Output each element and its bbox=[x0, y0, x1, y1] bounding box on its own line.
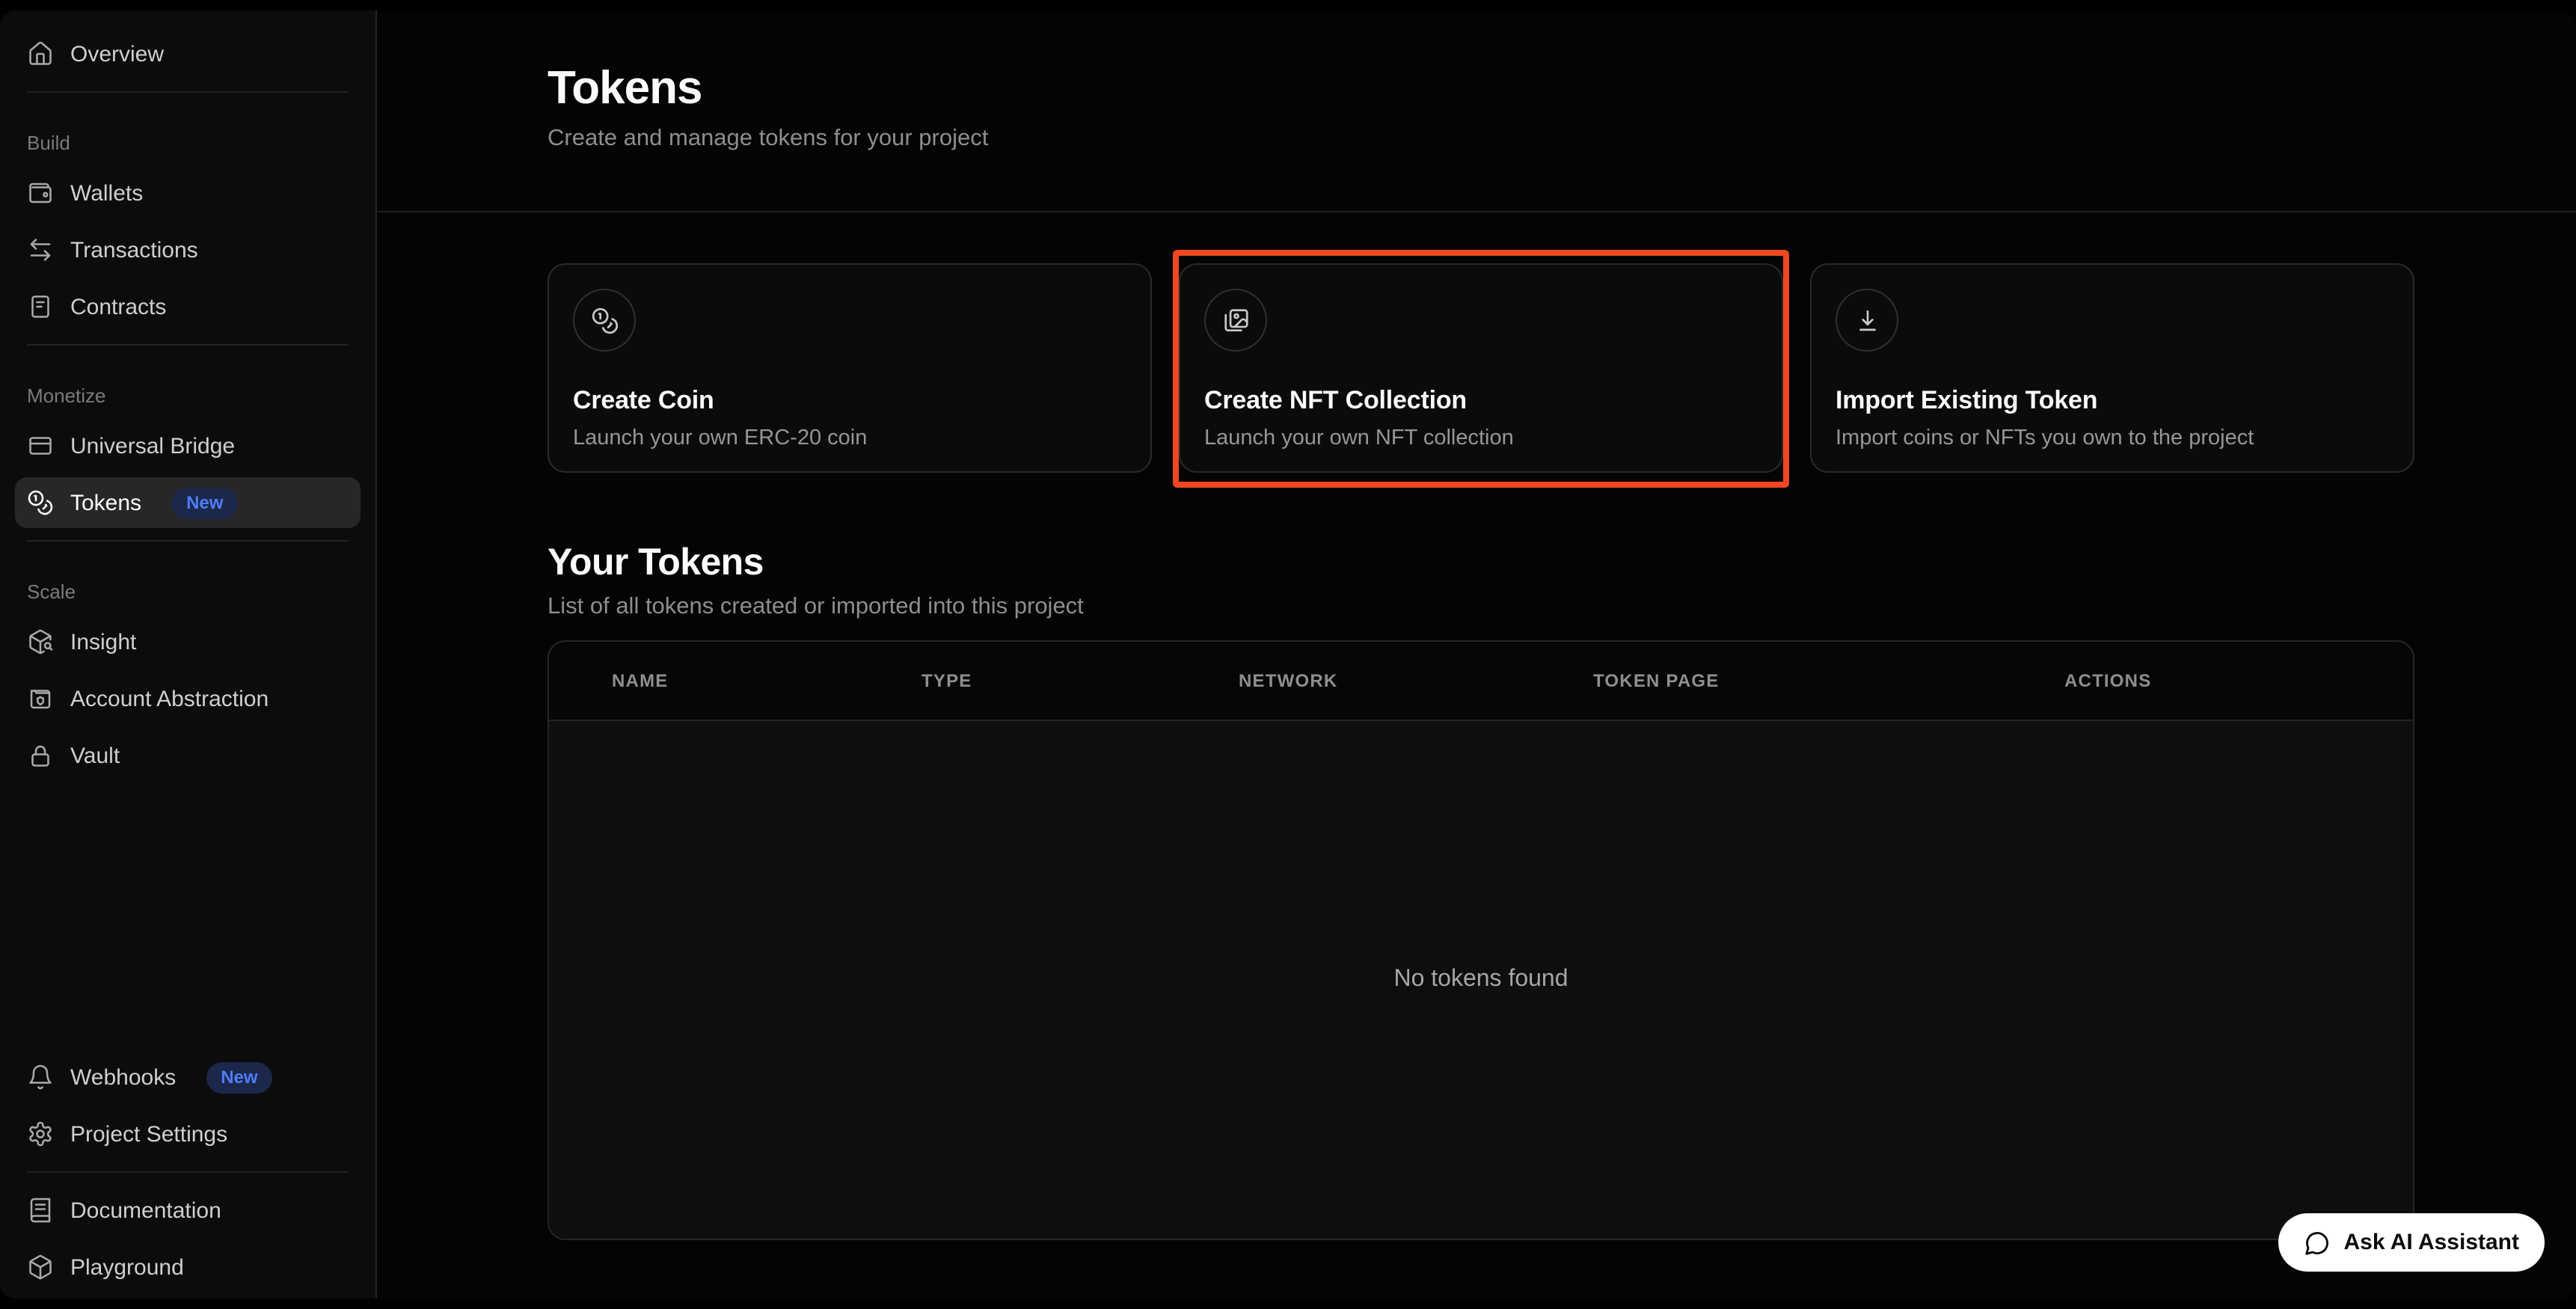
account-shield-icon bbox=[27, 685, 54, 712]
action-cards-row: Create Coin Launch your own ERC-20 coin … bbox=[548, 263, 2414, 473]
sidebar-item-label: Playground bbox=[70, 1254, 184, 1280]
card-description: Import coins or NFTs you own to the proj… bbox=[1836, 426, 2389, 450]
sidebar-item-universal-bridge[interactable]: Universal Bridge bbox=[15, 420, 361, 471]
sidebar-item-tokens[interactable]: Tokens New bbox=[15, 477, 361, 528]
coins-icon bbox=[27, 489, 54, 516]
home-icon bbox=[27, 40, 54, 67]
sidebar-item-label: Universal Bridge bbox=[70, 433, 235, 459]
create-nft-collection-card[interactable]: Create NFT Collection Launch your own NF… bbox=[1179, 263, 1783, 473]
column-header-actions: ACTIONS bbox=[2064, 670, 2413, 691]
sidebar-item-wallets[interactable]: Wallets bbox=[15, 168, 361, 218]
tokens-table: NAME TYPE NETWORK TOKEN PAGE ACTIONS No … bbox=[548, 640, 2414, 1240]
divider bbox=[27, 1171, 349, 1173]
section-title: Your Tokens bbox=[548, 542, 2414, 583]
page-content: Create Coin Launch your own ERC-20 coin … bbox=[377, 212, 2576, 1240]
card-title: Create Coin bbox=[573, 386, 1126, 416]
new-badge: New bbox=[171, 487, 238, 518]
create-coin-card[interactable]: Create Coin Launch your own ERC-20 coin bbox=[548, 263, 1152, 473]
bell-icon bbox=[27, 1064, 54, 1091]
cube-icon bbox=[27, 1254, 54, 1281]
your-tokens-header: Your Tokens List of all tokens created o… bbox=[548, 542, 2414, 622]
sidebar-item-contracts[interactable]: Contracts bbox=[15, 281, 361, 332]
sidebar-item-overview[interactable]: Overview bbox=[15, 28, 361, 79]
sidebar-item-documentation[interactable]: Documentation bbox=[15, 1185, 361, 1236]
new-badge: New bbox=[206, 1061, 272, 1093]
book-icon bbox=[27, 1197, 54, 1224]
divider bbox=[27, 540, 349, 542]
column-header-type: TYPE bbox=[921, 670, 1239, 691]
page-subtitle: Create and manage tokens for your projec… bbox=[548, 124, 2414, 154]
sidebar-item-label: Wallets bbox=[70, 180, 143, 206]
tokens-table-body: No tokens found bbox=[549, 720, 2413, 1239]
card-title: Import Existing Token bbox=[1836, 386, 2389, 416]
sidebar-spacer bbox=[15, 781, 361, 1052]
main-content: Tokens Create and manage tokens for your… bbox=[377, 10, 2576, 1299]
arrows-swap-icon bbox=[27, 236, 54, 263]
page-title: Tokens bbox=[548, 61, 2414, 115]
sidebar-item-label: Webhooks bbox=[70, 1064, 176, 1090]
sidebar-item-label: Overview bbox=[70, 41, 164, 67]
sidebar: Overview Build Wallets Transactions bbox=[0, 10, 377, 1299]
sidebar-item-label: Project Settings bbox=[70, 1121, 227, 1147]
divider bbox=[27, 344, 349, 346]
sidebar-item-playground[interactable]: Playground bbox=[15, 1242, 361, 1293]
highlight-ring bbox=[1173, 250, 1789, 488]
sidebar-item-project-settings[interactable]: Project Settings bbox=[15, 1109, 361, 1159]
images-icon bbox=[1204, 289, 1267, 352]
divider bbox=[27, 91, 349, 93]
card-title: Create NFT Collection bbox=[1204, 386, 1758, 416]
sidebar-item-transactions[interactable]: Transactions bbox=[15, 224, 361, 275]
tokens-table-header: NAME TYPE NETWORK TOKEN PAGE ACTIONS bbox=[549, 642, 2413, 720]
app-window: Overview Build Wallets Transactions bbox=[0, 10, 2576, 1299]
sidebar-item-label: Vault bbox=[70, 743, 120, 768]
gear-icon bbox=[27, 1121, 54, 1147]
section-label-monetize: Monetize bbox=[15, 384, 361, 407]
sidebar-item-label: Documentation bbox=[70, 1198, 221, 1223]
sidebar-item-webhooks[interactable]: Webhooks New bbox=[15, 1052, 361, 1103]
column-header-name: NAME bbox=[612, 670, 921, 691]
ask-ai-assistant-button[interactable]: Ask AI Assistant bbox=[2278, 1213, 2545, 1272]
section-label-scale: Scale bbox=[15, 580, 361, 603]
sidebar-item-label: Insight bbox=[70, 629, 136, 654]
import-existing-token-card[interactable]: Import Existing Token Import coins or NF… bbox=[1810, 263, 2414, 473]
coins-icon bbox=[573, 289, 636, 352]
sidebar-item-label: Tokens bbox=[70, 490, 141, 515]
column-header-token-page: TOKEN PAGE bbox=[1593, 670, 2064, 691]
card-description: Launch your own NFT collection bbox=[1204, 426, 1758, 450]
sidebar-item-label: Transactions bbox=[70, 237, 198, 263]
ask-ai-assistant-label: Ask AI Assistant bbox=[2343, 1230, 2519, 1255]
package-search-icon bbox=[27, 628, 54, 655]
empty-state-text: No tokens found bbox=[1393, 966, 1568, 993]
sidebar-item-label: Account Abstraction bbox=[70, 686, 269, 711]
card-description: Launch your own ERC-20 coin bbox=[573, 426, 1126, 450]
chat-bubble-icon bbox=[2303, 1229, 2330, 1256]
lock-icon bbox=[27, 742, 54, 769]
section-subtitle: List of all tokens created or imported i… bbox=[548, 592, 2414, 622]
page-header: Tokens Create and manage tokens for your… bbox=[377, 10, 2576, 212]
bridge-card-icon bbox=[27, 432, 54, 459]
section-label-build: Build bbox=[15, 132, 361, 154]
sidebar-item-insight[interactable]: Insight bbox=[15, 616, 361, 667]
contract-doc-icon bbox=[27, 293, 54, 320]
screen: Overview Build Wallets Transactions bbox=[0, 0, 2576, 1309]
sidebar-item-account-abstraction[interactable]: Account Abstraction bbox=[15, 673, 361, 724]
sidebar-item-label: Contracts bbox=[70, 294, 166, 319]
download-icon bbox=[1836, 289, 1898, 352]
wallet-icon bbox=[27, 180, 54, 206]
sidebar-item-vault[interactable]: Vault bbox=[15, 730, 361, 781]
column-header-network: NETWORK bbox=[1239, 670, 1593, 691]
